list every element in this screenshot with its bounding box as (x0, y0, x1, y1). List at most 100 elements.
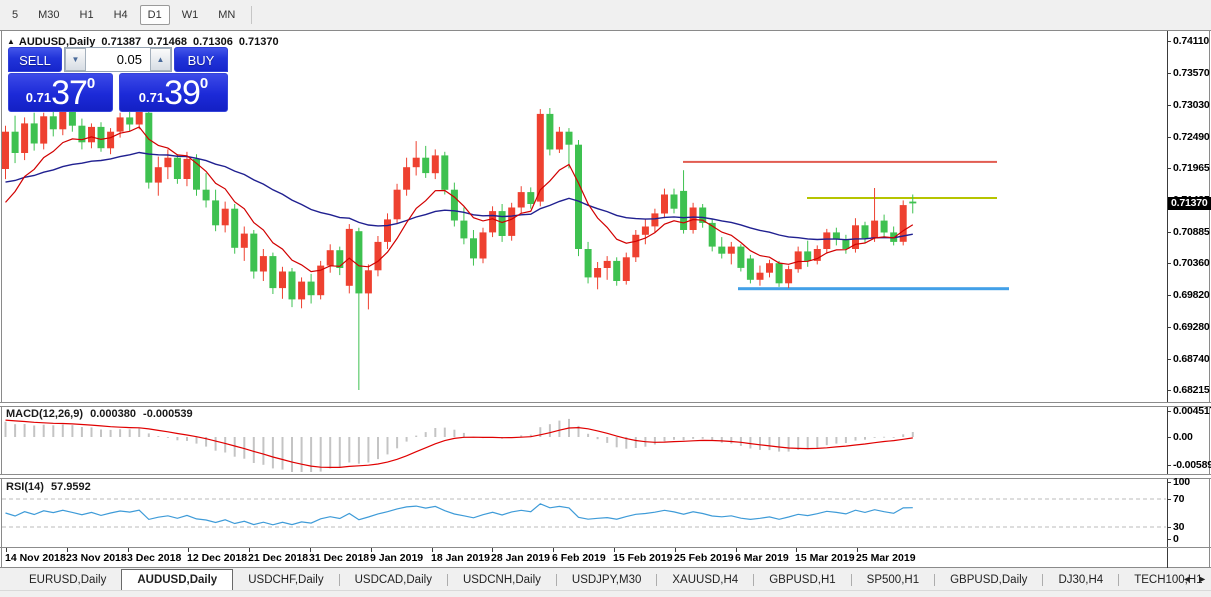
date-tick-label: 31 Dec 2018 (309, 552, 370, 564)
bid-pip-digit: 0 (86, 75, 96, 92)
date-axis-tick (67, 548, 68, 552)
timeframe-button-5[interactable]: 5 (4, 5, 26, 25)
price-tick-label: 0.72490 (1173, 131, 1210, 143)
tab-scroll-left-button[interactable]: ◄ (1182, 572, 1191, 586)
date-axis-tick (188, 548, 189, 552)
axis-tick (1167, 482, 1171, 483)
window-border (1, 30, 2, 568)
date-tick-label: 3 Dec 2018 (127, 552, 182, 564)
ohlc-close: 0.71370 (238, 36, 279, 48)
macd-tick-label: -0.005899 (1173, 459, 1211, 471)
chart-tab-sp500-h1[interactable]: SP500,H1 (852, 569, 934, 590)
date-tick-label: 28 Jan 2019 (491, 552, 550, 564)
toolbar-separator (251, 6, 253, 24)
price-tick-label: 0.68740 (1173, 353, 1210, 365)
chart-tab-dj30-h4[interactable]: DJ30,H4 (1043, 569, 1118, 590)
timeframe-button-h1[interactable]: H1 (72, 5, 102, 25)
chart-tab-audusd-daily[interactable]: AUDUSD,Daily (121, 569, 234, 590)
sell-button[interactable]: SELL (8, 47, 62, 72)
axis-tick (1167, 359, 1171, 360)
axis-tick (1167, 465, 1171, 466)
axis-tick (1167, 411, 1171, 412)
chart-tab-xauusd-h4[interactable]: XAUUSD,H4 (657, 569, 753, 590)
rsi-label: RSI(14) 57.9592 (6, 481, 95, 493)
tab-scroll-buttons: ◄ ► (1182, 572, 1207, 586)
panel-divider (0, 547, 1211, 548)
volume-control: ▼ 0.05 ▲ (64, 47, 172, 72)
bid-price-button[interactable]: 0.71370 (8, 73, 113, 112)
axis-tick (1167, 539, 1171, 540)
date-tick-label: 15 Mar 2019 (795, 552, 855, 564)
chart-tab-usdcnh-daily[interactable]: USDCNH,Daily (448, 569, 556, 590)
timeframe-button-m30[interactable]: M30 (30, 5, 67, 25)
chart-tab-usdchf-daily[interactable]: USDCHF,Daily (233, 569, 338, 590)
date-axis-tick (310, 548, 311, 552)
date-tick-label: 6 Mar 2019 (735, 552, 789, 564)
chart-tab-gbpusd-daily[interactable]: GBPUSD,Daily (935, 569, 1042, 590)
rsi-tick-label: 70 (1173, 493, 1185, 505)
date-tick-label: 15 Feb 2019 (613, 552, 673, 564)
volume-decrease-button[interactable]: ▼ (65, 48, 86, 71)
date-axis-tick (857, 548, 858, 552)
chart-tab-usdjpy-m30[interactable]: USDJPY,M30 (557, 569, 656, 590)
tab-scroll-right-button[interactable]: ► (1198, 572, 1207, 586)
macd-value-signal: -0.000539 (143, 408, 193, 420)
date-tick-label: 25 Feb 2019 (674, 552, 734, 564)
axis-tick (1167, 41, 1171, 42)
price-tick-label: 0.70360 (1173, 257, 1210, 269)
macd-tick-label: 0.00 (1173, 431, 1193, 443)
axis-tick (1167, 437, 1171, 438)
price-tick-label: 0.74110 (1173, 35, 1209, 47)
macd-tick-label: 0.004517 (1173, 405, 1211, 417)
date-tick-label: 25 Mar 2019 (856, 552, 916, 564)
panel-divider[interactable] (0, 402, 1211, 407)
status-strip (0, 590, 1211, 597)
timeframe-button-w1[interactable]: W1 (174, 5, 207, 25)
timeframe-button-mn[interactable]: MN (210, 5, 243, 25)
rsi-tick-label: 100 (1173, 476, 1190, 488)
volume-input[interactable]: 0.05 (86, 48, 150, 71)
axis-tick (1167, 232, 1171, 233)
price-tick-label: 0.68215 (1173, 384, 1210, 396)
date-axis-tick (371, 548, 372, 552)
ask-price-button[interactable]: 0.71390 (119, 73, 228, 112)
chart-tab-eurusd-daily[interactable]: EURUSD,Daily (14, 569, 121, 590)
price-axis-line (1167, 31, 1168, 568)
macd-title: MACD(12,26,9) (6, 408, 84, 420)
rsi-title: RSI(14) (6, 481, 44, 493)
price-tick-label: 0.71965 (1173, 162, 1210, 174)
chart-tab-gbpusd-h1[interactable]: GBPUSD,H1 (754, 569, 850, 590)
macd-value-main: 0.000380 (90, 408, 136, 420)
axis-tick (1167, 390, 1171, 391)
date-axis-tick (432, 548, 433, 552)
rsi-tick-label: 0 (1173, 533, 1179, 545)
date-axis-tick (675, 548, 676, 552)
volume-increase-button[interactable]: ▲ (150, 48, 171, 71)
collapse-triangle-icon[interactable]: ▲ (7, 37, 15, 46)
axis-tick (1167, 499, 1171, 500)
bid-main-digits: 37 (51, 74, 88, 112)
date-axis-tick (553, 548, 554, 552)
date-tick-label: 14 Nov 2018 (5, 552, 66, 564)
chart-tabbar: EURUSD,Daily AUDUSD,Daily USDCHF,Daily USDC… (0, 569, 1211, 590)
date-tick-label: 6 Feb 2019 (552, 552, 606, 564)
one-click-trading-panel: SELL ▼ 0.05 ▲ BUY 0.71370 0.71390 (8, 47, 228, 112)
ask-main-digits: 39 (164, 74, 201, 112)
price-tick-label: 0.70885 (1173, 226, 1210, 238)
panel-divider[interactable] (0, 474, 1211, 479)
date-axis-tick (249, 548, 250, 552)
rsi-value: 57.9592 (50, 481, 91, 493)
chart-tab-usdcad-daily[interactable]: USDCAD,Daily (340, 569, 447, 590)
timeframe-button-d1[interactable]: D1 (139, 5, 170, 25)
buy-button[interactable]: BUY (174, 47, 228, 72)
macd-label: MACD(12,26,9) 0.000380 -0.000539 (6, 408, 197, 420)
price-tick-label: 0.69820 (1173, 289, 1210, 301)
date-tick-label: 23 Nov 2018 (66, 552, 127, 564)
axis-tick (1167, 168, 1171, 169)
date-tick-label: 12 Dec 2018 (187, 552, 248, 564)
bid-prefix: 0.71 (25, 90, 52, 105)
date-tick-label: 21 Dec 2018 (248, 552, 309, 564)
price-tick-label: 0.69280 (1173, 321, 1210, 333)
current-price-badge: 0.71370 (1168, 197, 1211, 210)
timeframe-button-h4[interactable]: H4 (106, 5, 136, 25)
